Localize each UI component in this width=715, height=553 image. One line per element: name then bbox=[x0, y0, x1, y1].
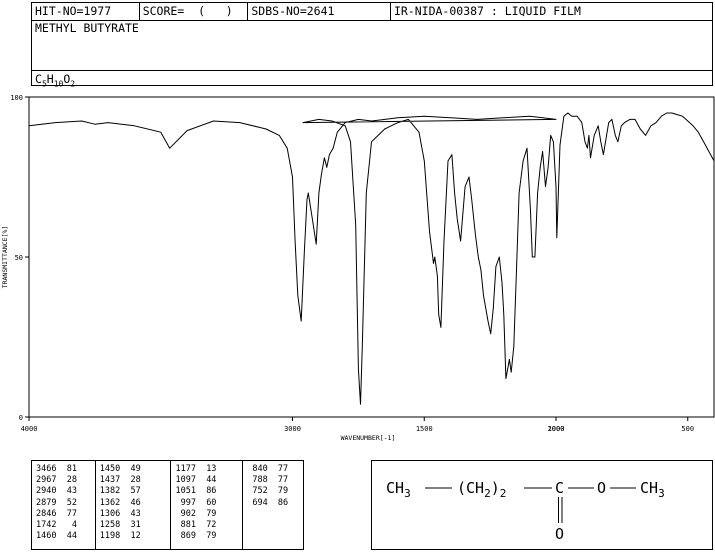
peak-row: 1450 49 bbox=[99, 464, 141, 474]
peak-row: 2940 43 bbox=[36, 486, 77, 497]
x-tick-label: 500 bbox=[681, 425, 694, 433]
peak-row: 1198 12 bbox=[99, 531, 141, 542]
peak-row: 902 79 bbox=[175, 508, 217, 519]
peak-row: 1177 13 bbox=[175, 464, 217, 474]
peak-table: 3466 81 2967 28 2940 43 2879 52 2846 77 1742 … bbox=[31, 460, 304, 550]
ester-oxygen: O bbox=[597, 479, 606, 497]
spectrum-line bbox=[28, 112, 715, 405]
peak-row: 1382 57 bbox=[99, 486, 141, 497]
x-tick-label: 1000 bbox=[548, 425, 565, 433]
molecular-formula: C5H10O2 bbox=[32, 70, 712, 88]
peak-row: 2967 28 bbox=[36, 475, 77, 486]
peak-column: 1450 49 1437 28 1382 57 1362 46 1306 43 1258 … bbox=[96, 461, 172, 549]
peak-row: 840 77 bbox=[247, 464, 289, 474]
y-axis-label: TRANSMITTANCE[%] bbox=[1, 226, 9, 289]
ir-identifier: IR-NIDA-00387 : LIQUID FILM bbox=[393, 4, 581, 18]
y-tick-label: 100 bbox=[10, 94, 23, 102]
peak-row: 881 72 bbox=[175, 520, 217, 531]
header-box: HIT-NO=1977 SCORE= ( ) SDBS-NO=2641 IR-N… bbox=[31, 2, 713, 88]
x-tick-label: 3000 bbox=[284, 425, 301, 433]
compound-name: METHYL BUTYRATE bbox=[35, 21, 139, 35]
peak-row: 2879 52 bbox=[36, 497, 77, 508]
methylene-group: (CH2)2 bbox=[457, 479, 506, 500]
x-tick-label: 1500 bbox=[416, 425, 433, 433]
peak-row: 1362 46 bbox=[99, 497, 141, 508]
peak-row: 788 77 bbox=[247, 475, 289, 486]
peak-column: 3466 81 2967 28 2940 43 2879 52 2846 77 1742 … bbox=[32, 461, 96, 549]
peak-row: 997 60 bbox=[175, 497, 217, 508]
peak-row: 1051 86 bbox=[175, 486, 217, 497]
sdbs-number: SDBS-NO=2641 bbox=[248, 3, 391, 20]
y-tick-label: 0 bbox=[19, 414, 23, 422]
peak-column: 1177 13 1097 44 1051 86 997 60 902 79 881 … bbox=[171, 461, 244, 549]
score: SCORE= ( ) bbox=[140, 3, 249, 20]
methoxy-group: CH3 bbox=[640, 479, 665, 500]
peak-row: 752 79 bbox=[247, 486, 289, 497]
structure-box: CH3 (CH2)2 C O CH3 O bbox=[371, 460, 713, 550]
peak-row: 869 79 bbox=[175, 531, 217, 542]
hit-number: HIT-NO=1977 bbox=[32, 3, 140, 20]
peak-row: 1437 28 bbox=[99, 475, 141, 486]
peak-row: 1306 43 bbox=[99, 508, 141, 519]
y-tick-label: 50 bbox=[15, 254, 23, 262]
peak-row: 1742 4 bbox=[36, 520, 77, 531]
x-tick-label: 4000 bbox=[21, 425, 38, 433]
carbonyl-carbon: C bbox=[555, 479, 564, 497]
peak-row: 3466 81 bbox=[36, 464, 77, 474]
peak-row: 1460 44 bbox=[36, 531, 77, 542]
peak-row: 1097 44 bbox=[175, 475, 217, 486]
peak-column: 840 77 788 77 752 79 694 86 bbox=[243, 461, 303, 549]
peak-row: 694 86 bbox=[247, 497, 289, 508]
header-row: HIT-NO=1977 SCORE= ( ) SDBS-NO=2641 IR-N… bbox=[32, 3, 712, 21]
ir-spectrum-chart: 4000 3000 20001500 1000 500100500WAVENUMBER[… bbox=[1, 94, 715, 442]
methyl-group: CH3 bbox=[386, 479, 411, 500]
structure-diagram: CH3 (CH2)2 C O CH3 O bbox=[386, 479, 665, 543]
peak-row: 1258 31 bbox=[99, 520, 141, 531]
x-axis-label: WAVENUMBER[-1] bbox=[341, 434, 396, 442]
peak-row: 2846 77 bbox=[36, 508, 77, 519]
carbonyl-oxygen: O bbox=[555, 525, 564, 543]
